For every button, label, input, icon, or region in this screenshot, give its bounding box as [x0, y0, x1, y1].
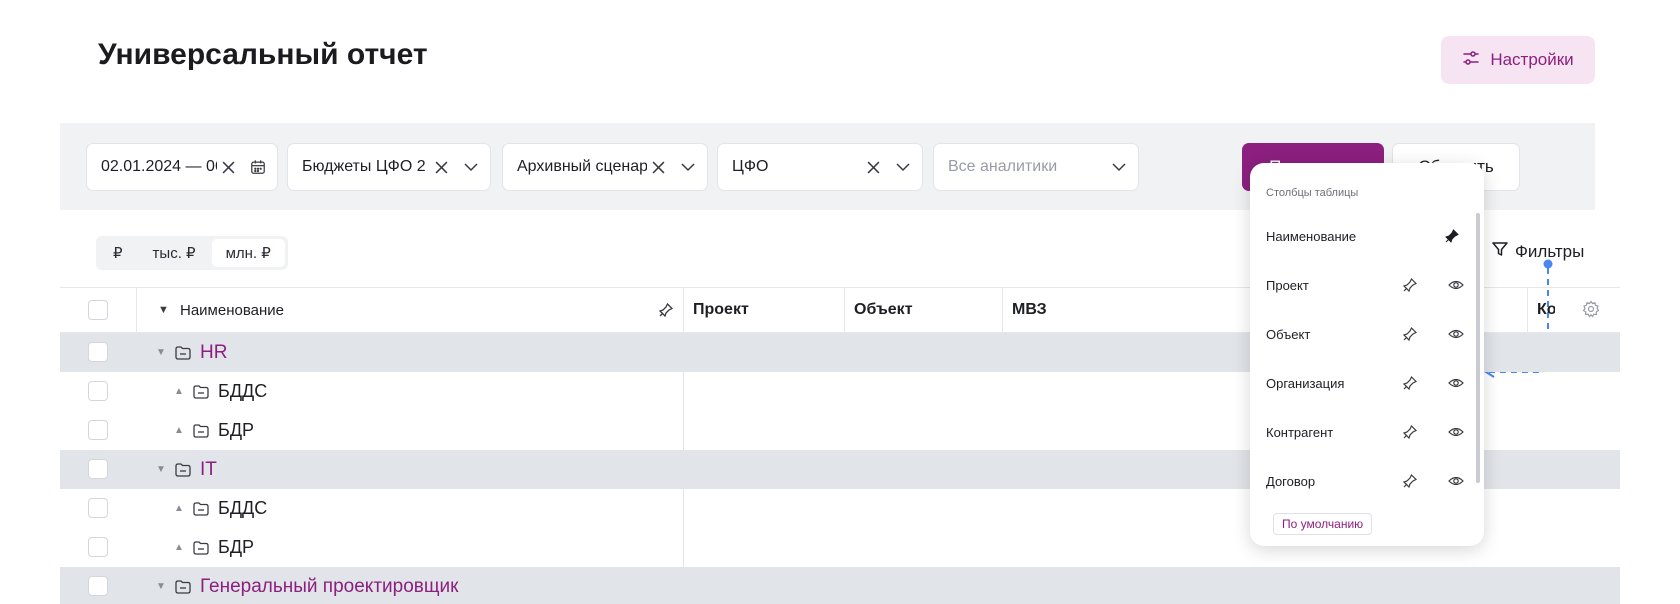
analytics-select[interactable]: Все аналитики	[933, 143, 1139, 191]
pin-icon[interactable]	[658, 302, 674, 318]
column-toggle-label: Договор	[1266, 473, 1316, 489]
cfo-select[interactable]: ЦФО	[717, 143, 923, 191]
row-checkbox[interactable]	[88, 381, 108, 401]
folder-icon	[192, 500, 210, 518]
column-toggle-counterparty[interactable]: Контрагент	[1266, 422, 1464, 442]
period-field[interactable]: 02.01.2024 — 06	[86, 143, 278, 191]
default-button[interactable]: По умолчанию	[1273, 513, 1373, 535]
row-label: БДДС	[218, 498, 268, 518]
pin-filled-icon[interactable]	[1444, 228, 1460, 244]
chevron-down-icon[interactable]	[460, 156, 482, 178]
column-toggle-object[interactable]: Объект	[1266, 324, 1464, 344]
column-toggle-label: Наименование	[1266, 228, 1357, 244]
sliders-icon	[1462, 49, 1480, 72]
column-object[interactable]: Объект	[854, 288, 913, 332]
filter-icon	[1491, 240, 1509, 263]
budget-value: Бюджеты ЦФО 2	[302, 158, 426, 175]
table-row[interactable]: ▼ Генеральный проектировщик	[60, 567, 1620, 604]
pin-icon[interactable]	[1402, 473, 1418, 489]
row-checkbox[interactable]	[88, 420, 108, 440]
settings-label: Настройки	[1490, 50, 1574, 69]
folder-icon	[174, 578, 192, 596]
gear-icon[interactable]	[1582, 300, 1600, 318]
row-checkbox[interactable]	[88, 498, 108, 518]
filters-label: Фильтры	[1515, 241, 1585, 261]
scenario-value: Архивный сценарий	[517, 158, 647, 175]
column-counterparty[interactable]: Ко	[1537, 288, 1555, 332]
eye-icon[interactable]	[1448, 277, 1464, 293]
pin-icon[interactable]	[1402, 424, 1418, 440]
clear-icon[interactable]	[862, 156, 884, 178]
eye-icon[interactable]	[1448, 326, 1464, 342]
row-label: IT	[200, 458, 217, 480]
folder-icon	[192, 422, 210, 440]
column-name[interactable]: ▼ Наименование	[158, 288, 284, 332]
folder-icon	[192, 383, 210, 401]
collapse-all-icon[interactable]: ▼	[158, 304, 169, 316]
row-label: Генеральный проектировщик	[200, 575, 459, 597]
collapse-icon[interactable]: ▼	[156, 347, 166, 358]
unit-thousand-rub[interactable]: тыс. ₽	[139, 239, 210, 267]
column-toggle-contract[interactable]: Договор	[1266, 471, 1464, 491]
column-toggle-label: Проект	[1266, 277, 1309, 293]
collapse-icon[interactable]: ▼	[156, 581, 166, 592]
folder-icon	[192, 539, 210, 557]
row-label: HR	[200, 341, 228, 363]
clear-icon[interactable]	[647, 156, 669, 178]
row-label: БДДС	[218, 381, 268, 401]
cfo-value: ЦФО	[732, 158, 769, 175]
column-mvz[interactable]: МВЗ	[1012, 288, 1047, 332]
column-project[interactable]: Проект	[693, 288, 749, 332]
row-checkbox[interactable]	[88, 459, 108, 479]
filters-button[interactable]: Фильтры	[1491, 240, 1584, 263]
eye-icon[interactable]	[1448, 473, 1464, 489]
clear-icon[interactable]	[217, 156, 239, 178]
eye-icon[interactable]	[1448, 375, 1464, 391]
columns-panel: Столбцы таблицы Наименование Проект Объе…	[1250, 163, 1484, 546]
page-title: Универсальный отчет	[98, 38, 428, 71]
folder-icon	[174, 344, 192, 362]
columns-panel-title: Столбцы таблицы	[1266, 187, 1359, 199]
expand-icon[interactable]: ▲	[174, 503, 184, 514]
analytics-placeholder: Все аналитики	[948, 158, 1058, 175]
unit-switcher: ₽ тыс. ₽ млн. ₽	[96, 236, 288, 270]
column-toggle-name[interactable]: Наименование	[1266, 226, 1462, 246]
settings-button[interactable]: Настройки	[1441, 36, 1595, 84]
chevron-down-icon[interactable]	[1108, 156, 1130, 178]
column-toggle-organization[interactable]: Организация	[1266, 373, 1464, 393]
row-checkbox[interactable]	[88, 537, 108, 557]
budget-select[interactable]: Бюджеты ЦФО 2	[287, 143, 491, 191]
row-label: БДР	[218, 537, 255, 557]
folder-icon	[174, 461, 192, 479]
column-toggle-label: Контрагент	[1266, 424, 1334, 440]
expand-icon[interactable]: ▲	[174, 386, 184, 397]
row-checkbox[interactable]	[88, 576, 108, 596]
row-checkbox[interactable]	[88, 342, 108, 362]
expand-icon[interactable]: ▲	[174, 542, 184, 553]
calendar-icon[interactable]	[247, 156, 269, 178]
unit-million-rub[interactable]: млн. ₽	[211, 239, 285, 267]
clear-icon[interactable]	[430, 156, 452, 178]
column-toggle-project[interactable]: Проект	[1266, 275, 1464, 295]
chevron-down-icon[interactable]	[892, 156, 914, 178]
select-all-checkbox[interactable]	[88, 300, 108, 320]
scenario-select[interactable]: Архивный сценарий	[502, 143, 708, 191]
pin-icon[interactable]	[1402, 277, 1418, 293]
column-toggle-label: Объект	[1266, 326, 1311, 342]
column-toggle-label: Организация	[1266, 375, 1345, 391]
pin-icon[interactable]	[1402, 375, 1418, 391]
chevron-down-icon[interactable]	[677, 156, 699, 178]
collapse-icon[interactable]: ▼	[156, 464, 166, 475]
column-name-label: Наименование	[180, 301, 284, 319]
row-label: БДР	[218, 420, 255, 440]
period-value: 02.01.2024 — 06	[101, 158, 217, 175]
unit-rub[interactable]: ₽	[99, 239, 137, 267]
expand-icon[interactable]: ▲	[174, 425, 184, 436]
scrollbar[interactable]	[1476, 213, 1480, 483]
eye-icon[interactable]	[1448, 424, 1464, 440]
pin-icon[interactable]	[1402, 326, 1418, 342]
